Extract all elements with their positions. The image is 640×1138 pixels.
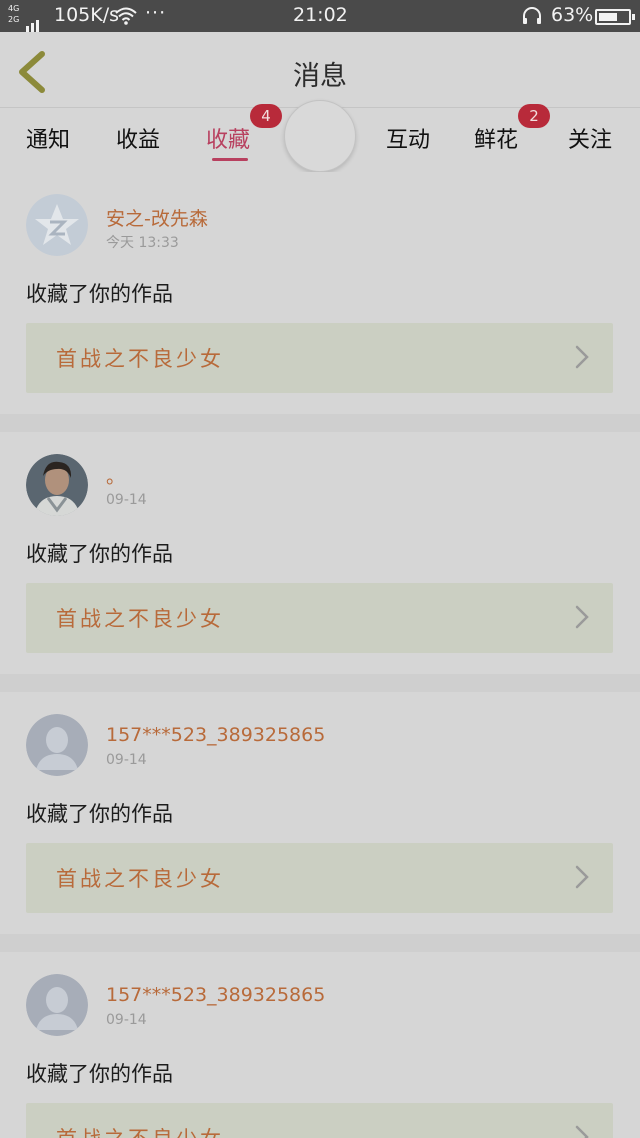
default-person-avatar[interactable]	[26, 714, 88, 776]
action-text: 收藏了你的作品	[26, 282, 173, 306]
center-circle-button[interactable]	[284, 100, 356, 172]
action-text: 收藏了你的作品	[26, 542, 173, 566]
flowers-badge: 2	[518, 104, 550, 128]
qq-star-avatar[interactable]	[26, 194, 88, 256]
action-text: 收藏了你的作品	[26, 802, 173, 826]
timestamp: 09-14	[106, 752, 147, 768]
username[interactable]: 157***523_389325865	[106, 984, 325, 1006]
network-type-top: 4G	[8, 4, 20, 13]
message-item: 157***523_389325865 09-14 收藏了你的作品 首战之不良少…	[0, 692, 640, 934]
battery-percentage: 63%	[551, 4, 594, 26]
divider	[0, 934, 640, 952]
work-title: 首战之不良少女	[56, 347, 224, 371]
message-list: 安之-改先森 今天 13:33 收藏了你的作品 首战之不良少女 。 09-14 …	[0, 172, 640, 1138]
page-title: 消息	[293, 61, 347, 92]
divider	[0, 414, 640, 432]
work-link[interactable]: 首战之不良少女	[26, 323, 613, 393]
work-link[interactable]: 首战之不良少女	[26, 583, 613, 653]
default-person-avatar[interactable]	[26, 974, 88, 1036]
timestamp: 09-14	[106, 492, 147, 508]
tab-earnings[interactable]: 收益	[116, 122, 160, 154]
tab-favorites[interactable]: 收藏	[206, 122, 250, 154]
action-text: 收藏了你的作品	[26, 1062, 173, 1086]
work-link[interactable]: 首战之不良少女	[26, 843, 613, 913]
signal-icon: 4G 2G	[8, 4, 44, 54]
timestamp: 今天 13:33	[106, 235, 179, 251]
username[interactable]: 安之-改先森	[106, 204, 208, 231]
message-item: 安之-改先森 今天 13:33 收藏了你的作品 首战之不良少女	[0, 172, 640, 414]
network-type-bottom: 2G	[8, 15, 20, 24]
tab-notice[interactable]: 通知	[26, 122, 70, 154]
work-title: 首战之不良少女	[56, 867, 224, 891]
battery-icon	[595, 9, 635, 25]
timestamp: 09-14	[106, 1012, 147, 1028]
active-tab-indicator	[212, 158, 248, 161]
status-bar: 4G 2G 105K/s ··· 21:02 63%	[0, 0, 640, 54]
message-item: 157***523_389325865 09-14 收藏了你的作品 首战之不良少…	[0, 952, 640, 1138]
tab-flowers[interactable]: 鲜花	[474, 122, 518, 154]
chevron-right-icon	[575, 605, 589, 629]
headphones-icon	[522, 7, 542, 25]
favorites-badge: 4	[250, 104, 282, 128]
wifi-icon	[114, 6, 138, 26]
username[interactable]: 157***523_389325865	[106, 724, 325, 746]
message-item: 。 09-14 收藏了你的作品 首战之不良少女	[0, 432, 640, 674]
network-speed: 105K/s	[54, 4, 120, 26]
chevron-right-icon	[575, 345, 589, 369]
work-title: 首战之不良少女	[56, 1123, 224, 1138]
more-dots: ···	[145, 2, 167, 24]
chevron-right-icon	[575, 1125, 589, 1138]
tab-interaction[interactable]: 互动	[386, 122, 430, 154]
tab-follow[interactable]: 关注	[568, 122, 612, 154]
header: 消息	[0, 32, 640, 108]
work-title: 首战之不良少女	[56, 607, 224, 631]
work-link[interactable]: 首战之不良少女	[26, 1103, 613, 1138]
chevron-right-icon	[575, 865, 589, 889]
username[interactable]: 。	[106, 462, 125, 489]
clock: 21:02	[293, 4, 348, 26]
divider	[0, 674, 640, 692]
photo-avatar[interactable]	[26, 454, 88, 516]
